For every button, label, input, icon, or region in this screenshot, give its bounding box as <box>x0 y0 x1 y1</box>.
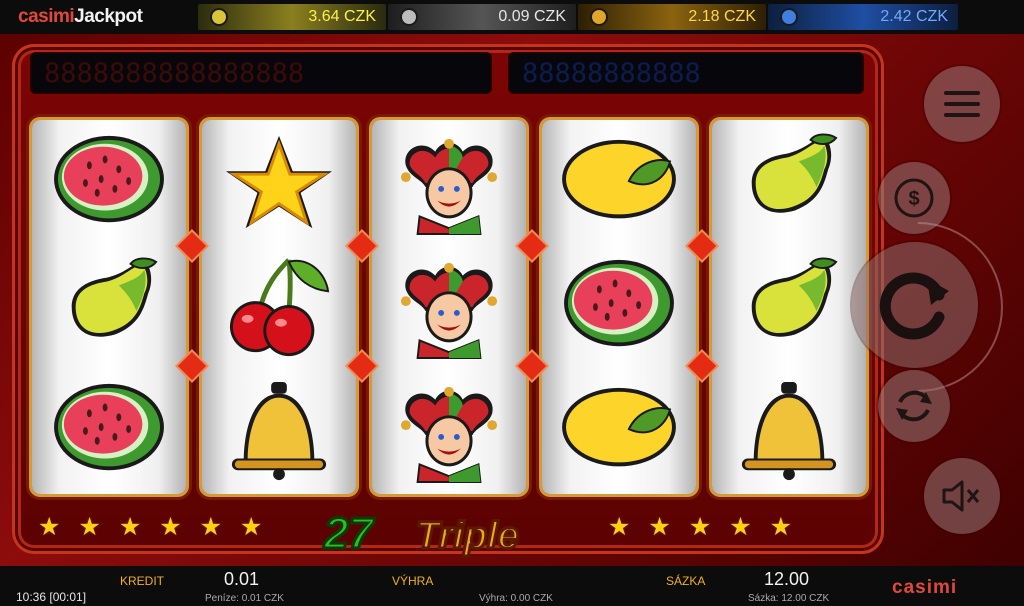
jackpot-bar: casimiJackpot 3.64 CZK 0.09 CZK 2.18 CZK… <box>0 0 1024 34</box>
watermelon-icon <box>54 383 164 471</box>
led-display-right: 88888888888 <box>508 52 864 94</box>
reel-symbol-star <box>202 122 356 246</box>
reel-symbol-watermelon <box>32 122 186 246</box>
vyhra-sub: Výhra: 0.00 CZK <box>479 593 553 604</box>
reel-symbol-cherries <box>202 246 356 370</box>
stars-left: ★★★★★★ <box>38 513 281 541</box>
logo-number: 27 <box>323 509 375 558</box>
led-digits: 8888888888888888 <box>44 58 305 89</box>
jackpot-silver: 0.09 CZK <box>388 4 576 30</box>
jackpot-coin-icon <box>590 8 608 26</box>
stars-right: ★★★★★ <box>608 513 811 541</box>
reel-symbol-lemon <box>542 370 696 494</box>
game-logo-27-triple: 27 Triple <box>322 508 521 560</box>
dollar-icon: $ <box>894 178 934 218</box>
reel-3 <box>372 120 526 494</box>
sazka-sub: Sázka: 12.00 CZK <box>748 593 830 604</box>
star-icon <box>224 134 334 230</box>
vyhra-label: VÝHRA <box>392 574 434 588</box>
reel-symbol-joker <box>372 122 526 246</box>
menu-icon <box>944 91 980 117</box>
reel-symbol-lemon <box>542 122 696 246</box>
watermelon-icon <box>54 135 164 223</box>
sound-off-icon <box>942 480 980 512</box>
reel-symbol-joker <box>372 246 526 370</box>
brand-part1: casimi <box>18 6 75 27</box>
autoplay-button[interactable] <box>878 370 950 442</box>
sound-button[interactable] <box>924 458 1000 534</box>
reel-2 <box>202 120 356 494</box>
jackpot-value: 2.18 CZK <box>688 8 756 25</box>
logo-word: Triple <box>416 515 519 557</box>
reel-1 <box>32 120 186 494</box>
reel-symbol-joker <box>372 370 526 494</box>
bell-icon <box>741 381 837 481</box>
joker-icon <box>399 385 499 484</box>
pear-icon <box>750 133 838 214</box>
sazka-value: 12.00 <box>764 569 810 589</box>
kredit-label: KREDIT <box>120 574 165 588</box>
spin-button[interactable] <box>852 242 978 368</box>
casimi-jackpot-logo: casimiJackpot <box>18 6 143 28</box>
jackpot-value: 2.42 CZK <box>880 8 948 25</box>
reel-symbol-bell <box>202 370 356 494</box>
reel-symbol-watermelon <box>542 246 696 370</box>
watermelon-icon <box>564 259 674 347</box>
reel-symbol-pear <box>712 122 866 246</box>
kredit-sub: Peníze: 0.01 CZK <box>205 593 284 604</box>
autoplay-icon <box>896 390 932 422</box>
led-digits: 88888888888 <box>522 58 701 89</box>
svg-text:$: $ <box>908 188 919 210</box>
lemon-icon <box>561 138 677 220</box>
reel-symbol-pear <box>32 246 186 370</box>
jackpot-gold: 2.18 CZK <box>578 4 766 30</box>
status-bar: 10:36 [00:01] KREDIT 0.01 Peníze: 0.01 C… <box>0 566 1024 606</box>
jackpot-coin-icon <box>210 8 228 26</box>
bell-icon <box>231 381 327 481</box>
lemon-icon <box>561 386 677 468</box>
reel-symbol-watermelon <box>32 370 186 494</box>
joker-icon <box>399 137 499 236</box>
jackpot-blue: 2.42 CZK <box>768 4 958 30</box>
cherries-icon <box>217 256 341 360</box>
clock: 10:36 [00:01] <box>16 590 87 604</box>
joker-icon <box>399 261 499 360</box>
menu-button[interactable] <box>924 66 1000 142</box>
jackpot-value: 0.09 CZK <box>498 8 566 25</box>
casimi-logo: casimi <box>892 577 958 598</box>
pear-icon <box>70 257 158 338</box>
spin-icon <box>879 272 949 340</box>
sazka-label: SÁZKA <box>666 574 706 588</box>
jackpot-coin-icon <box>780 8 798 26</box>
reel-symbol-bell <box>712 370 866 494</box>
brand-part2: Jackpot <box>74 6 143 27</box>
reel-4 <box>542 120 696 494</box>
jackpot-coin-icon <box>400 8 418 26</box>
jackpot-value: 3.64 CZK <box>308 8 376 25</box>
jackpot-yellow: 3.64 CZK <box>198 4 386 30</box>
led-display-left: 8888888888888888 <box>30 52 492 94</box>
kredit-value: 0.01 <box>224 569 260 589</box>
